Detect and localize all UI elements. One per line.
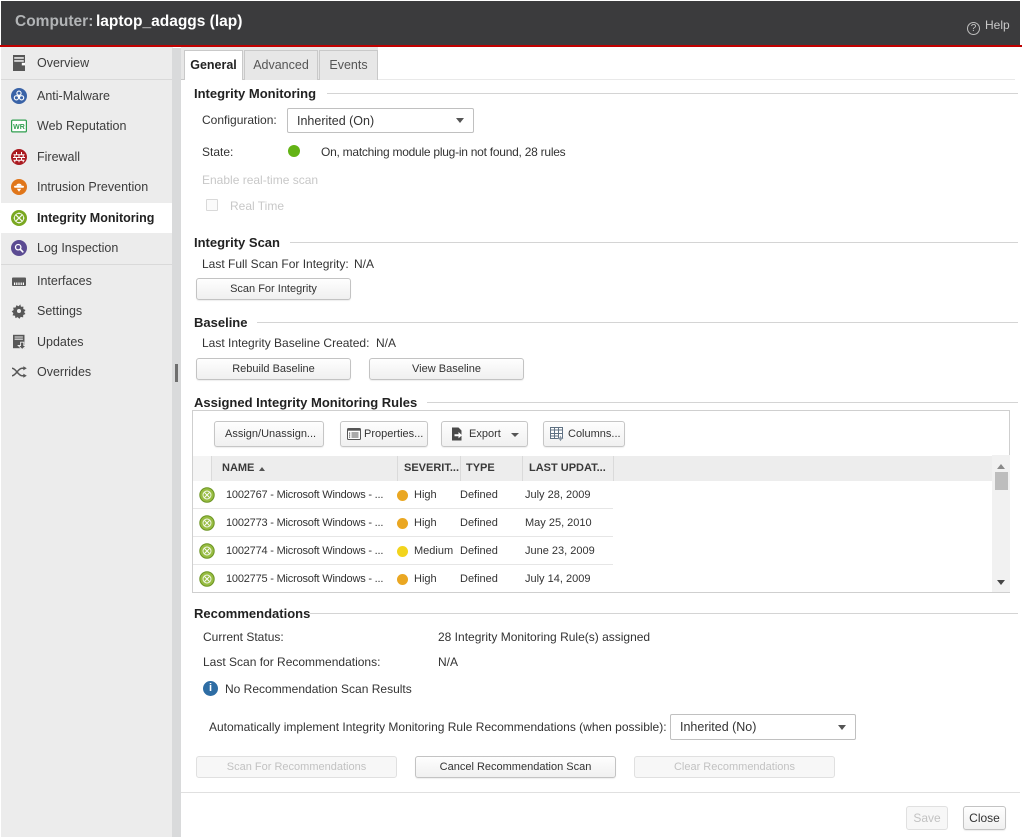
svg-text:WR: WR <box>13 124 25 131</box>
